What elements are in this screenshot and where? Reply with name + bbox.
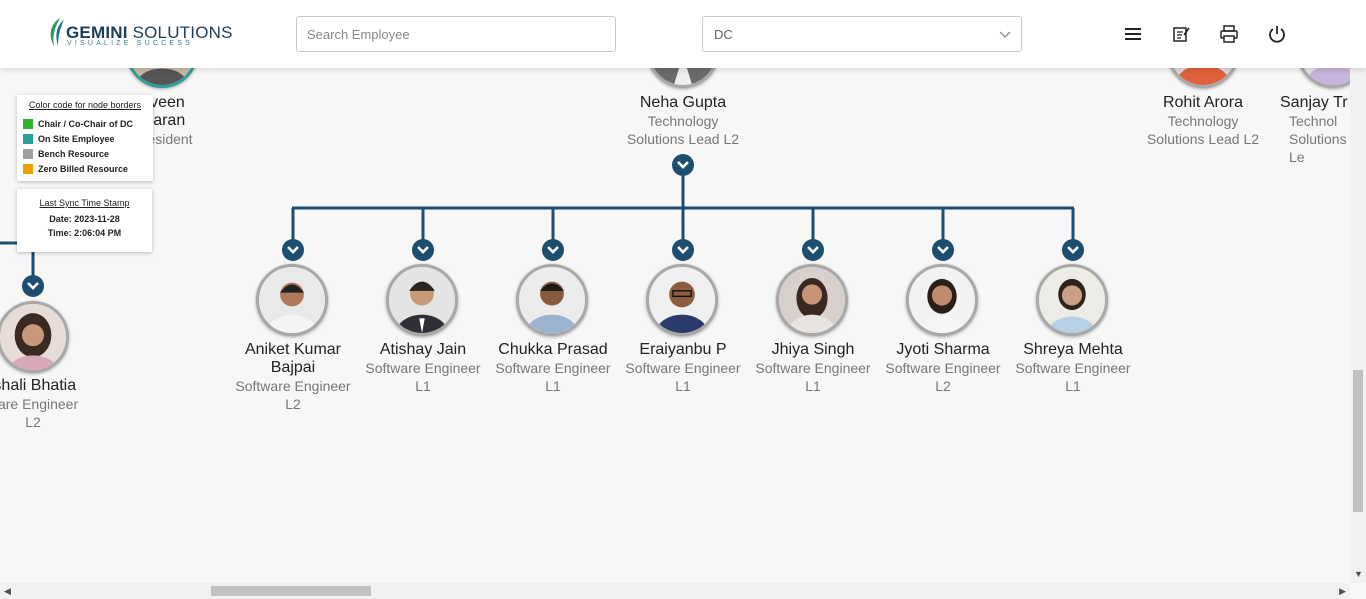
org-node[interactable]: Rohit Arora Technology Solutions Lead L2	[1138, 94, 1268, 148]
employee-role: Software Engineer L2	[885, 360, 1001, 394]
org-node[interactable]: Jhiya Singh Software Engineer L1	[748, 341, 878, 395]
employee-name: Neha Gupta	[639, 94, 727, 111]
expand-chevron-icon[interactable]	[412, 239, 434, 261]
power-icon[interactable]	[1267, 24, 1287, 44]
org-node[interactable]: Aniket Kumar Bajpai Software Engineer L2	[228, 341, 358, 413]
expand-chevron-icon[interactable]	[672, 154, 694, 176]
expand-chevron-icon[interactable]	[672, 239, 694, 261]
department-select-value: DC	[714, 27, 733, 42]
notes-icon[interactable]	[1171, 24, 1191, 44]
sync-title: Last Sync Time Stamp	[39, 198, 130, 208]
color-swatch	[23, 163, 33, 174]
employee-name: Jhiya Singh	[771, 341, 855, 358]
employee-name: Shreya Mehta	[1023, 341, 1123, 358]
color-swatch	[23, 118, 33, 129]
employee-role: Software Engineer L1	[365, 360, 481, 394]
legend-label: Bench Resource	[38, 148, 110, 159]
legend-label: Zero Billed Resource	[38, 163, 129, 174]
avatar[interactable]	[0, 301, 69, 373]
vertical-scrollbar[interactable]: ▼	[1350, 68, 1366, 583]
avatar[interactable]	[256, 264, 328, 336]
org-node[interactable]: Shreya Mehta Software Engineer L1	[1008, 341, 1138, 395]
legend-label: On Site Employee	[38, 133, 115, 144]
expand-chevron-icon[interactable]	[282, 239, 304, 261]
employee-role: Software Engineer L2	[235, 378, 351, 412]
employee-name: Eraiyanbu P	[639, 341, 727, 358]
legend-label: Chair / Co-Chair of DC	[38, 118, 134, 129]
employee-role: Software Engineer L1	[625, 360, 741, 394]
employee-role: Software Engineer L1	[755, 360, 871, 394]
vertical-scroll-thumb[interactable]	[1353, 370, 1363, 512]
print-icon[interactable]	[1219, 24, 1239, 44]
employee-name: Jyoti Sharma	[896, 341, 990, 358]
employee-role: Software Engineer L1	[1015, 360, 1131, 394]
menu-icon[interactable]	[1123, 24, 1143, 44]
avatar[interactable]	[906, 264, 978, 336]
leaf-logo-icon	[50, 18, 64, 46]
org-node[interactable]: Sanjay Tr Technol Solutions Le	[1268, 94, 1350, 166]
org-node[interactable]: Atishay Jain Software Engineer L1	[358, 341, 488, 395]
scroll-left-arrow-icon[interactable]: ◀	[4, 587, 11, 596]
gemini-logo[interactable]: GEMINI SOLUTIONS VISUALIZE SUCCESS	[46, 16, 232, 52]
horizontal-scroll-thumb[interactable]	[211, 586, 371, 596]
avatar[interactable]	[386, 264, 458, 336]
employee-name: Chukka Prasad	[498, 341, 608, 358]
avatar[interactable]	[776, 264, 848, 336]
avatar[interactable]	[516, 264, 588, 336]
color-swatch	[23, 148, 33, 159]
legend-item: Chair / Co-Chair of DC	[23, 116, 147, 131]
avatar[interactable]	[1036, 264, 1108, 336]
org-node[interactable]: Jyoti Sharma Software Engineer L2	[878, 341, 1008, 395]
expand-chevron-icon[interactable]	[1062, 239, 1084, 261]
sync-time: Time: 2:06:04 PM	[47, 228, 122, 238]
app-header: GEMINI SOLUTIONS VISUALIZE SUCCESS DC	[0, 0, 1366, 68]
color-swatch	[23, 133, 33, 144]
employee-role: ware Engineer L2	[0, 396, 79, 430]
employee-name: Atishay Jain	[379, 341, 467, 358]
legend-item: Bench Resource	[23, 146, 147, 161]
scroll-right-arrow-icon[interactable]: ▶	[1339, 587, 1346, 596]
department-select[interactable]: DC	[702, 16, 1022, 52]
org-node[interactable]: Eraiyanbu P Software Engineer L1	[618, 341, 748, 395]
chevron-down-icon	[999, 31, 1011, 38]
search-input[interactable]	[296, 16, 616, 52]
expand-chevron-icon[interactable]	[22, 275, 44, 297]
legend-item: Zero Billed Resource	[23, 161, 147, 176]
employee-name: ishali Bhatia	[0, 377, 77, 394]
org-node[interactable]: Neha Gupta Technology Solutions Lead L2	[618, 94, 748, 148]
legend-item: On Site Employee	[23, 131, 147, 146]
horizontal-scrollbar[interactable]: ◀ ▶	[0, 583, 1350, 599]
employee-role: Technol Solutions Le	[1289, 113, 1347, 165]
employee-role: Software Engineer L1	[495, 360, 611, 394]
border-color-legend: Color code for node borders Chair / Co-C…	[17, 95, 153, 181]
legend-title: Color code for node borders	[28, 100, 142, 110]
org-node[interactable]: Chukka Prasad Software Engineer L1	[488, 341, 618, 395]
avatar[interactable]	[646, 264, 718, 336]
sync-timestamp-box: Last Sync Time Stamp Date: 2023-11-28 Ti…	[17, 189, 152, 252]
employee-name: Rohit Arora	[1162, 94, 1244, 111]
scroll-down-arrow-icon[interactable]: ▼	[1354, 570, 1363, 579]
expand-chevron-icon[interactable]	[542, 239, 564, 261]
org-node[interactable]: ishali Bhatia ware Engineer L2	[0, 377, 98, 431]
logo-tagline: VISUALIZE SUCCESS	[67, 40, 193, 47]
sync-date: Date: 2023-11-28	[49, 214, 120, 224]
expand-chevron-icon[interactable]	[802, 239, 824, 261]
employee-name: Sanjay Tr	[1280, 94, 1348, 111]
expand-chevron-icon[interactable]	[932, 239, 954, 261]
employee-role: Technology Solutions Lead L2	[1146, 113, 1260, 147]
employee-name: Aniket Kumar Bajpai	[244, 341, 342, 376]
employee-role: Technology Solutions Lead L2	[626, 113, 740, 147]
